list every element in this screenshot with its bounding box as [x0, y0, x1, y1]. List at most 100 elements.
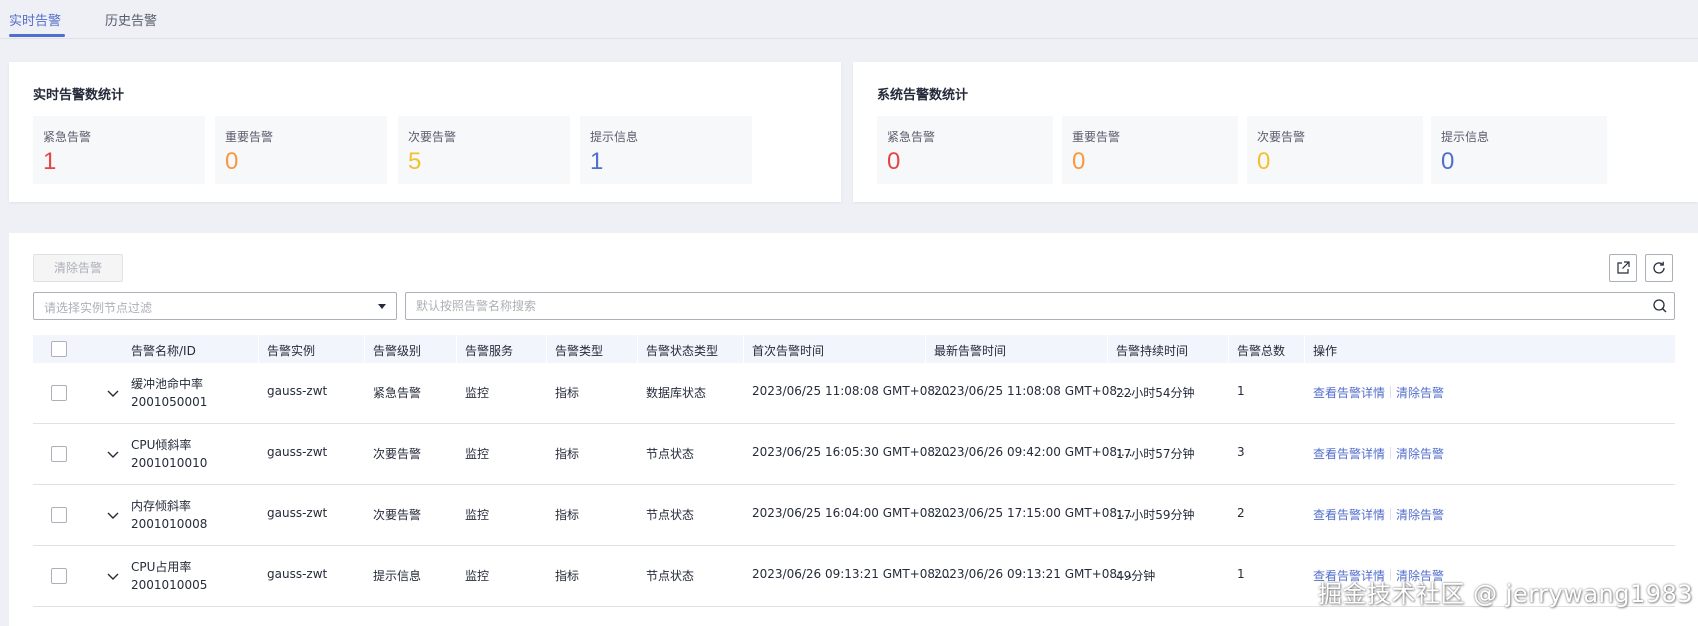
- system-alarm-stats-panel: 系统告警数统计 紧急告警 0 重要告警 0 次要告警 0 提示信息 0: [853, 62, 1698, 202]
- action-divider: [1390, 447, 1392, 459]
- stat-value: 1: [590, 148, 604, 175]
- duration-cell: 17小时59分钟: [1116, 508, 1195, 522]
- stat-value: 1: [43, 148, 57, 175]
- node-filter-select[interactable]: 请选择实例节点过滤: [33, 292, 397, 320]
- column-divider[interactable]: [1107, 335, 1108, 363]
- stat-label: 次要告警: [408, 130, 457, 144]
- level-cell: 次要告警: [373, 447, 422, 461]
- alarm-name-cell: CPU倾斜率 2001010010: [131, 436, 207, 472]
- clear-alarm-link[interactable]: 清除告警: [1396, 447, 1444, 461]
- first-time-cell: 2023/06/26 09:13:21 GMT+08:...: [752, 567, 951, 581]
- column-header-level[interactable]: 告警级别: [373, 342, 421, 359]
- column-divider[interactable]: [1304, 335, 1305, 363]
- view-alarm-detail-link[interactable]: 查看告警详情: [1313, 447, 1385, 461]
- column-divider[interactable]: [456, 335, 457, 363]
- active-tab-indicator: [9, 34, 65, 37]
- stat-value: 0: [1441, 148, 1455, 175]
- stat-card-minor: 次要告警 0: [1247, 116, 1423, 184]
- export-button[interactable]: [1609, 254, 1637, 282]
- caret-down-icon: [378, 304, 386, 309]
- latest-time-cell: 2023/06/25 11:08:08 GMT+08:...: [934, 384, 1133, 398]
- state-type-cell: 节点状态: [646, 569, 695, 583]
- view-alarm-detail-link[interactable]: 查看告警详情: [1313, 386, 1385, 400]
- row-checkbox[interactable]: [51, 507, 67, 523]
- refresh-button[interactable]: [1645, 254, 1673, 282]
- alarm-name-cell: CPU占用率 2001010005: [131, 558, 207, 594]
- column-header-type[interactable]: 告警类型: [555, 342, 603, 359]
- column-divider[interactable]: [925, 335, 926, 363]
- stat-value: 0: [887, 148, 901, 175]
- column-divider[interactable]: [258, 335, 259, 363]
- column-header-name[interactable]: 告警名称/ID: [131, 342, 196, 359]
- column-divider[interactable]: [364, 335, 365, 363]
- tab-history-alarms[interactable]: 历史告警: [105, 10, 157, 29]
- instance-cell: gauss-zwt: [267, 506, 328, 520]
- instance-cell: gauss-zwt: [267, 445, 328, 459]
- type-cell: 指标: [555, 508, 580, 522]
- stat-label: 紧急告警: [43, 130, 92, 144]
- alarm-id: 2001010005: [131, 578, 208, 592]
- alarm-list-panel: 清除告警 请选择实例节点过滤 告警名称/ID 告警实例 告警级别 告警服务 告警…: [9, 233, 1698, 626]
- instance-cell: gauss-zwt: [267, 384, 328, 398]
- alarm-name-cell: 内存倾斜率 2001010008: [131, 497, 207, 533]
- actions-cell: 查看告警详情 清除告警: [1313, 384, 1444, 401]
- row-checkbox[interactable]: [51, 446, 67, 462]
- clear-alarms-button[interactable]: 清除告警: [33, 254, 123, 282]
- column-divider[interactable]: [743, 335, 744, 363]
- level-cell: 次要告警: [373, 508, 422, 522]
- stat-card-critical: 紧急告警 1: [33, 116, 205, 184]
- level-cell: 提示信息: [373, 569, 422, 583]
- column-header-first-time[interactable]: 首次告警时间: [752, 342, 824, 359]
- alarm-name: CPU占用率: [131, 560, 192, 574]
- type-cell: 指标: [555, 386, 580, 400]
- stat-label: 提示信息: [590, 130, 639, 144]
- column-header-duration[interactable]: 告警持续时间: [1116, 342, 1188, 359]
- action-divider: [1390, 508, 1392, 520]
- stat-label: 重要告警: [225, 130, 274, 144]
- first-time-cell: 2023/06/25 16:04:00 GMT+08:...: [752, 506, 951, 520]
- service-cell: 监控: [465, 508, 490, 522]
- type-cell: 指标: [555, 447, 580, 461]
- count-cell: 1: [1237, 567, 1245, 581]
- state-type-cell: 数据库状态: [646, 386, 707, 400]
- column-header-count[interactable]: 告警总数: [1237, 342, 1285, 359]
- latest-time-cell: 2023/06/26 09:42:00 GMT+08:...: [934, 445, 1133, 459]
- stat-label: 紧急告警: [887, 130, 936, 144]
- table-row: 缓冲池命中率 2001050001 gauss-zwt 紧急告警 监控 指标 数…: [33, 363, 1675, 424]
- row-checkbox[interactable]: [51, 568, 67, 584]
- chevron-down-icon[interactable]: [106, 508, 120, 522]
- panel-title: 系统告警数统计: [877, 88, 969, 103]
- clear-alarm-link[interactable]: 清除告警: [1396, 386, 1444, 400]
- stat-card-minor: 次要告警 5: [398, 116, 570, 184]
- duration-cell: 49分钟: [1116, 569, 1156, 583]
- latest-time-cell: 2023/06/26 09:13:21 GMT+08:...: [934, 567, 1133, 581]
- clear-alarm-link[interactable]: 清除告警: [1396, 508, 1444, 522]
- state-type-cell: 节点状态: [646, 508, 695, 522]
- column-divider[interactable]: [546, 335, 547, 363]
- count-cell: 2: [1237, 506, 1245, 520]
- view-alarm-detail-link[interactable]: 查看告警详情: [1313, 508, 1385, 522]
- column-header-latest-time[interactable]: 最新告警时间: [934, 342, 1006, 359]
- state-type-cell: 节点状态: [646, 447, 695, 461]
- column-divider[interactable]: [1228, 335, 1229, 363]
- actions-cell: 查看告警详情 清除告警: [1313, 506, 1444, 523]
- chevron-down-icon[interactable]: [106, 447, 120, 461]
- export-icon: [1617, 261, 1630, 274]
- first-time-cell: 2023/06/25 16:05:30 GMT+08:...: [752, 445, 951, 459]
- stat-card-major: 重要告警 0: [1062, 116, 1238, 184]
- column-header-instance[interactable]: 告警实例: [267, 342, 315, 359]
- chevron-down-icon[interactable]: [106, 569, 120, 583]
- stat-label: 提示信息: [1441, 130, 1490, 144]
- stat-label: 次要告警: [1257, 130, 1306, 144]
- stat-label: 重要告警: [1072, 130, 1121, 144]
- column-header-state-type[interactable]: 告警状态类型: [646, 342, 718, 359]
- alarm-search-input[interactable]: [406, 293, 1636, 319]
- row-checkbox[interactable]: [51, 385, 67, 401]
- alarm-name-cell: 缓冲池命中率 2001050001: [131, 375, 207, 411]
- search-icon[interactable]: [1652, 298, 1668, 314]
- chevron-down-icon[interactable]: [106, 386, 120, 400]
- tab-realtime-alarms[interactable]: 实时告警: [9, 10, 61, 29]
- select-all-checkbox[interactable]: [51, 341, 67, 357]
- column-divider[interactable]: [637, 335, 638, 363]
- column-header-service[interactable]: 告警服务: [465, 342, 513, 359]
